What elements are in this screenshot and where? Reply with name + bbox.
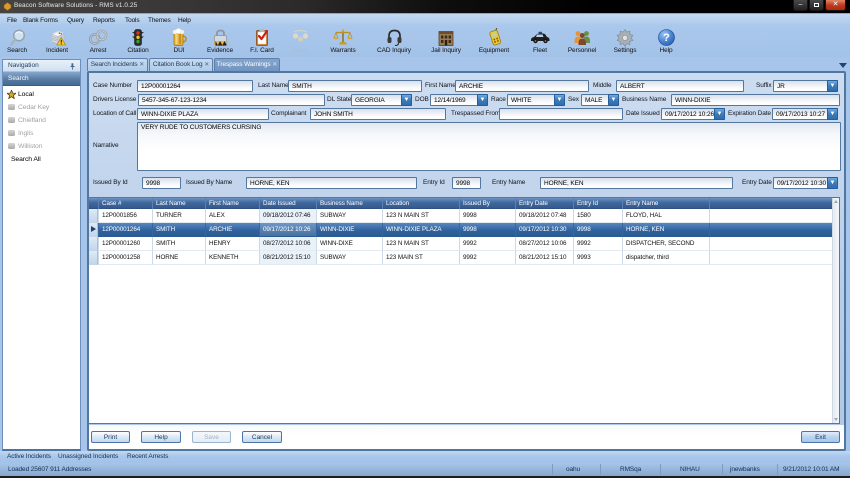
- svg-text:?: ?: [663, 32, 670, 44]
